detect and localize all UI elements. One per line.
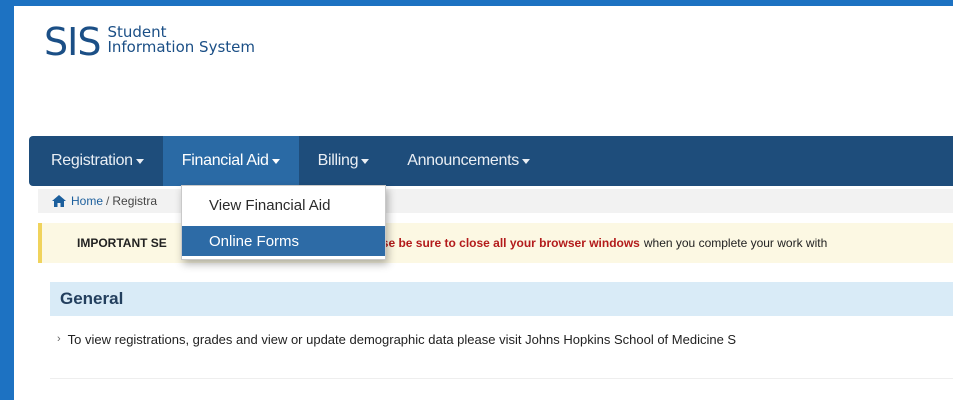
financial-aid-dropdown-menu: View Financial Aid Online Forms <box>181 185 386 260</box>
home-icon <box>52 195 66 207</box>
chevron-right-icon: › <box>57 333 61 345</box>
menu-item-view-financial-aid[interactable]: View Financial Aid <box>182 190 385 220</box>
sis-logo[interactable]: SIS Student Information System <box>44 22 255 62</box>
breadcrumb-separator: / <box>106 194 110 208</box>
caret-down-icon <box>521 158 530 164</box>
breadcrumb-home-link[interactable]: Home <box>71 194 103 208</box>
nav-financial-aid-label: Financial Aid <box>181 152 269 169</box>
main-navbar: Registration Financial Aid Billing Annou… <box>29 136 953 186</box>
breadcrumb: Home / Registra <box>38 189 953 213</box>
important-alert: IMPORTANT SE se be sure to close all you… <box>38 223 953 263</box>
nav-financial-aid[interactable]: Financial Aid <box>162 136 299 186</box>
logo-line-2: Information System <box>107 38 255 56</box>
alert-bold-prefix: IMPORTANT SE <box>77 236 167 250</box>
nav-billing[interactable]: Billing <box>299 136 389 186</box>
logo-mark: SIS <box>44 20 101 64</box>
menu-item-online-forms[interactable]: Online Forms <box>182 226 385 256</box>
caret-down-icon <box>271 158 280 164</box>
caret-down-icon <box>361 158 370 164</box>
window-frame-left <box>0 0 14 400</box>
nav-announcements[interactable]: Announcements <box>388 136 549 186</box>
breadcrumb-current: Registra <box>112 194 158 208</box>
section-header-general: General <box>50 282 953 316</box>
nav-billing-label: Billing <box>317 152 359 169</box>
caret-down-icon <box>135 158 144 164</box>
logo-text: Student Information System <box>107 25 255 55</box>
info-list-item: › To view registrations, grades and view… <box>57 328 953 350</box>
alert-red-text: se be sure to close all your browser win… <box>381 236 640 250</box>
nav-registration-label: Registration <box>51 152 133 169</box>
alert-rest-text: when you complete your work with <box>643 236 828 250</box>
info-text: To view registrations, grades and view o… <box>67 331 737 347</box>
nav-registration[interactable]: Registration <box>29 136 163 186</box>
window-frame-top <box>0 0 953 6</box>
nav-announcements-label: Announcements <box>407 152 519 169</box>
section-divider <box>50 378 953 379</box>
